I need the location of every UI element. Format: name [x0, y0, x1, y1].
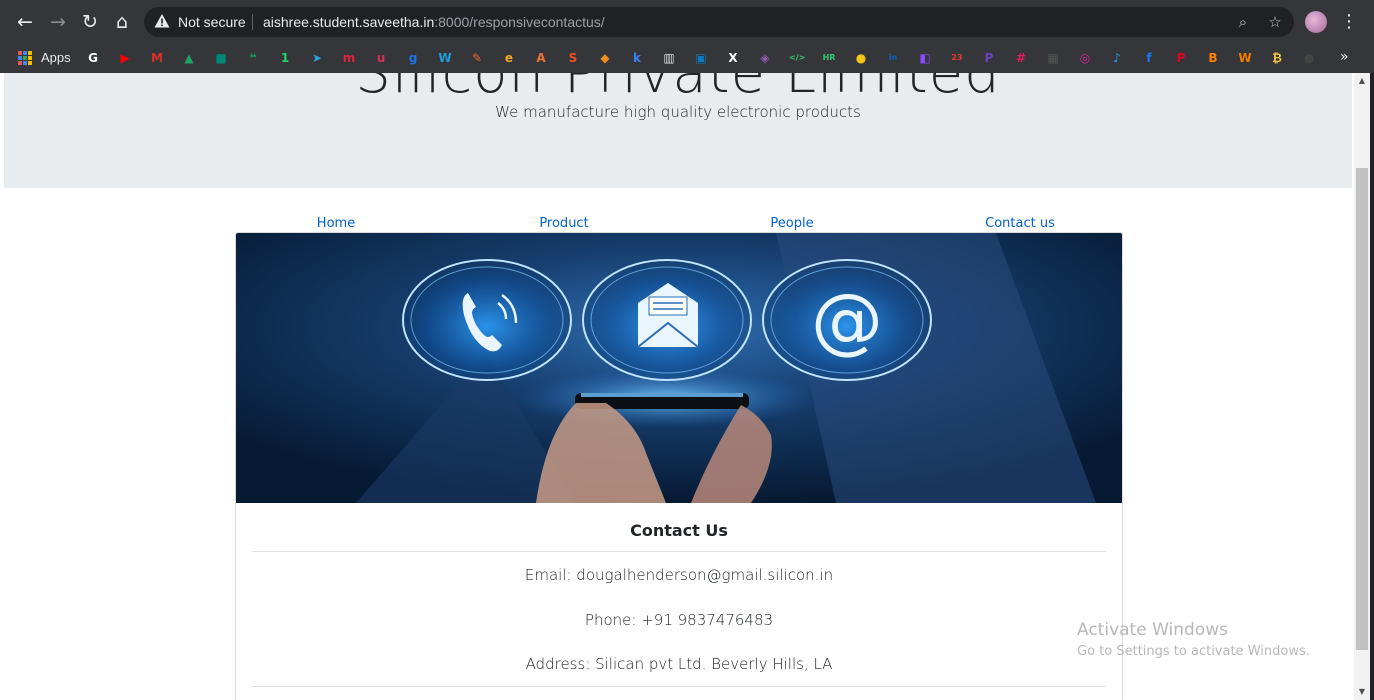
vertical-scrollbar[interactable]: ▲ ▼	[1354, 73, 1370, 700]
nav-link-people[interactable]: People	[692, 216, 892, 231]
at-sign-ring: @	[762, 259, 932, 381]
bookmark-p-app-icon[interactable]: P	[981, 50, 997, 66]
bookmark-star-icon[interactable]: ☆	[1266, 13, 1284, 31]
mail-ring	[582, 259, 752, 381]
bookmark-google-meet-icon[interactable]: ■	[213, 50, 229, 66]
scroll-down-arrow-icon[interactable]: ▼	[1354, 684, 1370, 700]
bookmark-hangouts-icon[interactable]: ❝	[245, 50, 261, 66]
bookmark-e-app-icon[interactable]: e	[501, 50, 517, 66]
bookmark-media-icon[interactable]: ▣	[693, 50, 709, 66]
contact-email: Email: dougalhenderson@gmail.silicon.in	[524, 566, 834, 584]
bookmark-linkedin-icon[interactable]: in	[885, 50, 901, 66]
page-viewport: Silicon Private Limited We manufacture h…	[0, 73, 1354, 700]
bookmark-github-icon[interactable]: ●	[1301, 50, 1317, 66]
bookmark-whatsapp-icon[interactable]: 1	[277, 50, 293, 66]
url-text[interactable]: aishree.student.saveetha.in:8000/respons…	[263, 14, 605, 30]
bookmark-google-drive-icon[interactable]: ▲	[181, 50, 197, 66]
bookmark-pinterest-icon[interactable]: P	[1173, 50, 1189, 66]
jumbotron: Silicon Private Limited We manufacture h…	[4, 73, 1352, 188]
bookmark-s-app-icon[interactable]: S	[565, 50, 581, 66]
activate-title: Activate Windows	[1077, 620, 1228, 640]
forward-arrow-icon[interactable]: →	[45, 9, 71, 35]
url-path: :8000/responsivecontactus/	[434, 14, 605, 30]
nav-link-contact-us[interactable]: Contact us	[920, 216, 1120, 231]
scroll-up-arrow-icon[interactable]: ▲	[1354, 73, 1370, 89]
bookmark-facebook-icon[interactable]: f	[1141, 50, 1157, 66]
bookmark-u-app-icon[interactable]: u	[373, 50, 389, 66]
bookmark-b-app-icon[interactable]: ₿	[1269, 50, 1285, 66]
bookmark-code-icon[interactable]: </>	[789, 50, 805, 66]
bookmark-k-app-icon[interactable]: k	[629, 50, 645, 66]
kebab-menu-icon[interactable]: ⋮	[1340, 9, 1358, 35]
url-host: aishree.student.saveetha.in	[263, 14, 435, 30]
url-separator	[252, 14, 253, 30]
bookmark-hr-icon[interactable]: HR	[821, 50, 837, 66]
bookmark-instagram-icon[interactable]: ◎	[1077, 50, 1093, 66]
divider	[252, 551, 1106, 552]
apps-shortcut[interactable]: Apps	[41, 50, 71, 65]
bookmark-coin-icon[interactable]: ●	[853, 50, 869, 66]
browser-toolbar: ← → ↻ ⌂ Not secure aishree.student.savee…	[0, 0, 1374, 43]
bookmark-tile-icon[interactable]: ▦	[1045, 50, 1061, 66]
activate-windows-watermark: Activate Windows Go to Settings to activ…	[1077, 620, 1310, 659]
reload-icon[interactable]: ↻	[77, 9, 103, 35]
address-bar[interactable]: Not secure aishree.student.saveetha.in:8…	[144, 7, 1294, 37]
bookmark-chart-icon[interactable]: ▥	[661, 50, 677, 66]
warning-icon[interactable]	[154, 13, 170, 29]
bookmark-slack-icon[interactable]: #	[1013, 50, 1029, 66]
bookmark-gmail-icon[interactable]: M	[149, 50, 165, 66]
top-nav: Home Product People Contact us	[236, 216, 1122, 232]
bookmark-x-app-icon[interactable]: X	[725, 50, 741, 66]
nav-link-product[interactable]: Product	[464, 216, 664, 231]
chevron-double-right-icon[interactable]: »	[1340, 49, 1349, 65]
contact-phone: Phone: +91 9837476483	[584, 611, 774, 629]
svg-text:@: @	[811, 278, 883, 362]
contact-card: @ Contact Us Email: dougalhenderson@gmai…	[235, 232, 1123, 700]
bookmark-quill-icon[interactable]: ✎	[469, 50, 485, 66]
profile-avatar[interactable]	[1305, 11, 1327, 33]
nav-link-home[interactable]: Home	[236, 216, 436, 231]
page-subtitle: We manufacture high quality electronic p…	[495, 103, 861, 121]
card-heading: Contact Us	[630, 521, 728, 540]
zoom-icon[interactable]: ⌕	[1234, 13, 1252, 31]
home-icon[interactable]: ⌂	[109, 9, 135, 35]
divider	[252, 686, 1106, 687]
apps-grid-icon[interactable]	[18, 51, 32, 65]
bookmark-w-app-icon[interactable]: W	[437, 50, 453, 66]
bookmark-w2-app-icon[interactable]: W	[1237, 50, 1253, 66]
security-status[interactable]: Not secure	[178, 14, 246, 30]
bookmark-a-app-icon[interactable]: A	[533, 50, 549, 66]
window-edge	[1370, 73, 1374, 700]
activate-subtitle: Go to Settings to activate Windows.	[1077, 644, 1310, 659]
page-title: Silicon Private Limited	[355, 73, 1001, 106]
bookmark-google-icon[interactable]: G	[85, 50, 101, 66]
scrollbar-thumb[interactable]	[1356, 168, 1368, 650]
contact-address: Address: Silican pvt Ltd. Beverly Hills,…	[525, 655, 833, 673]
bookmark-youtube-icon[interactable]: ▶	[117, 50, 133, 66]
bookmark-twitter-icon[interactable]: ♪	[1109, 50, 1125, 66]
back-arrow-icon[interactable]: ←	[12, 9, 38, 35]
bookmark-calendar-icon[interactable]: 23	[949, 50, 965, 66]
bookmark-box-icon[interactable]: ◆	[597, 50, 613, 66]
bookmark-m-app-icon[interactable]: m	[341, 50, 357, 66]
bookmark-telegram-icon[interactable]: ➤	[309, 50, 325, 66]
bookmark-g-app-icon[interactable]: g	[405, 50, 421, 66]
contact-banner-image: @	[236, 233, 1122, 503]
bookmark-twitch-icon[interactable]: ◧	[917, 50, 933, 66]
phone-ring	[402, 259, 572, 381]
bookmark-blogger-icon[interactable]: B	[1205, 50, 1221, 66]
bookmark-shield-icon[interactable]: ◈	[757, 50, 773, 66]
bookmarks-bar: Apps G ▶ M ▲ ■ ❝ 1 ➤ m u g W ✎ e A S ◆ k ▥ ▣ X ◈ </> HR ● in ◧ 23 P #…	[0, 43, 1374, 73]
